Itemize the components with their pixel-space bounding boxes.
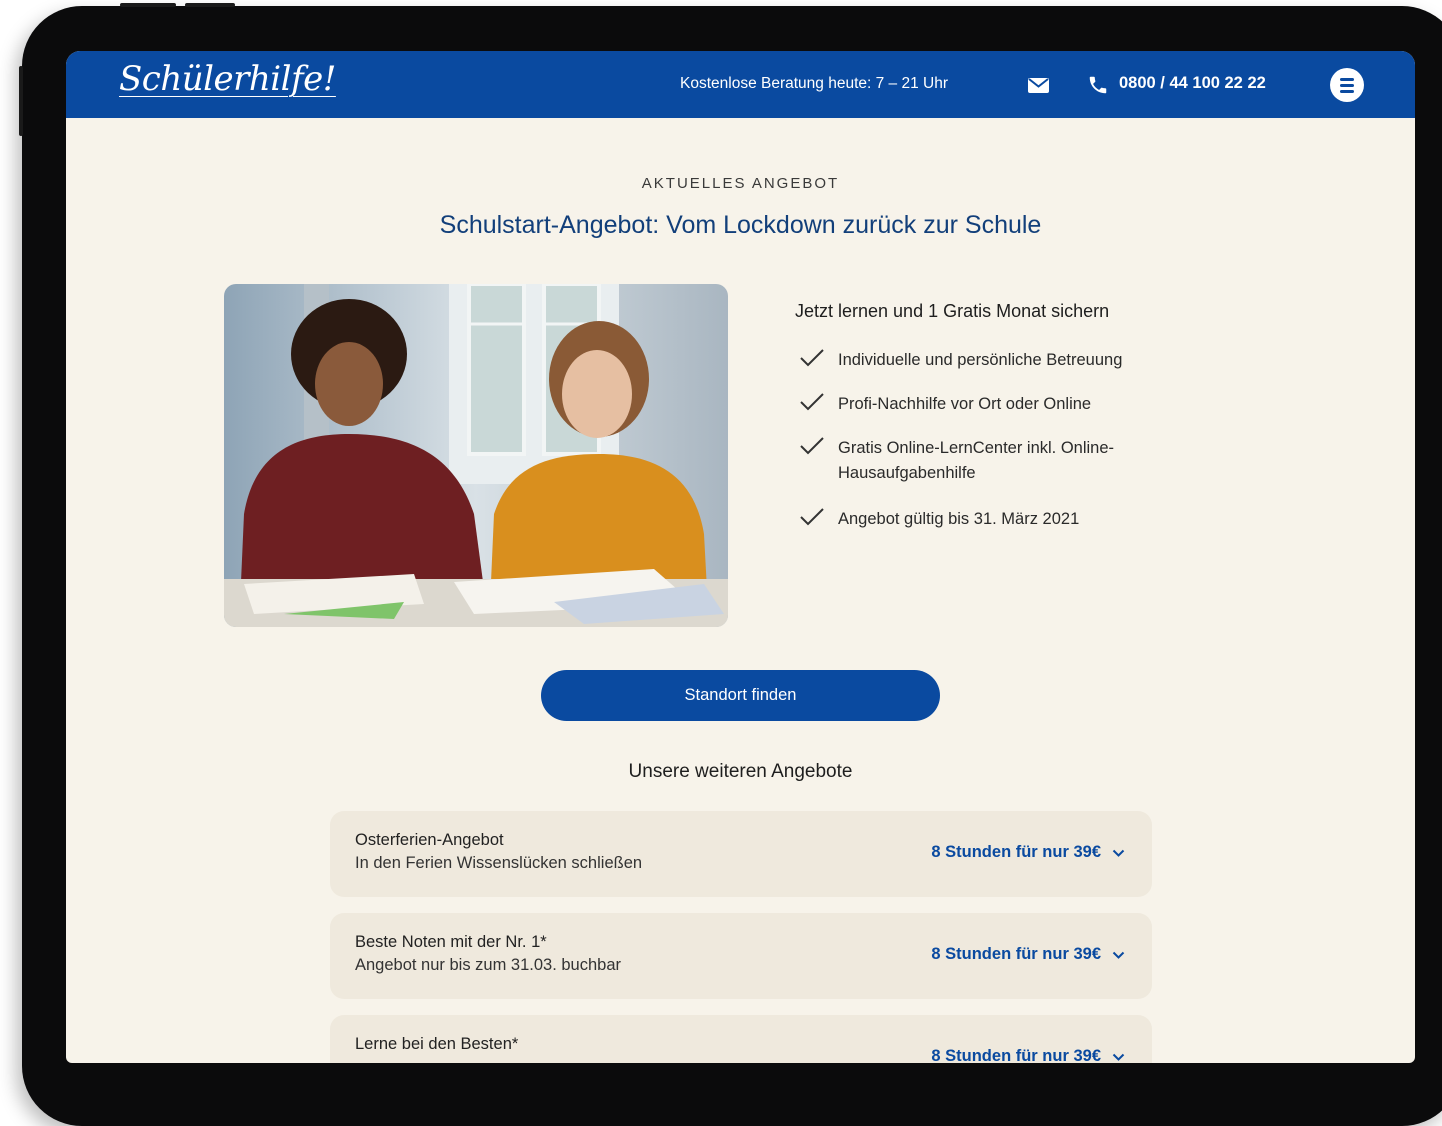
offer-price[interactable]: 8 Stunden für nur 39€ xyxy=(931,843,1101,862)
tablet-side-button xyxy=(19,66,23,136)
offer-subtitle: Angebot nur bis zum 31.03. buchbar xyxy=(355,956,622,974)
page-title: Schulstart-Angebot: Vom Lockdown zurück … xyxy=(439,211,1042,239)
site-logo[interactable]: Schülerhilfe! xyxy=(119,59,336,99)
offer-name: Beste Noten mit der Nr. 1* xyxy=(355,933,547,951)
offer-price[interactable]: 8 Stunden für nur 39€ xyxy=(931,1047,1101,1063)
screen: Schülerhilfe! Kostenlose Beratung heute:… xyxy=(66,51,1415,1063)
checkmark-icon xyxy=(800,393,824,411)
tablet-top-button xyxy=(120,3,176,7)
consultation-hours: Kostenlose Beratung heute: 7 – 21 Uhr xyxy=(680,75,948,92)
checkmark-icon xyxy=(800,437,824,455)
section-eyebrow: AKTUELLES ANGEBOT xyxy=(641,175,840,192)
benefits-title: Jetzt lernen und 1 Gratis Monat sichern xyxy=(795,301,1110,321)
offer-card-lerne-bei-den-besten[interactable]: Lerne bei den Besten* 8 Stunden für nur … xyxy=(330,1015,1152,1063)
tablet-top-button xyxy=(185,3,235,7)
more-offers-title: Unsere weiteren Angebote xyxy=(628,761,853,782)
offer-card-osterferien[interactable]: Osterferien-Angebot In den Ferien Wissen… xyxy=(330,811,1152,897)
envelope-icon[interactable] xyxy=(1028,78,1049,93)
benefit-text: Profi-Nachhilfe vor Ort oder Online xyxy=(838,395,1092,413)
chevron-down-icon[interactable] xyxy=(1112,848,1125,858)
students-photo xyxy=(224,284,728,627)
hamburger-menu-icon[interactable] xyxy=(1330,68,1364,102)
benefit-text: Individuelle und persönliche Betreuung xyxy=(838,351,1123,369)
benefit-text: Gratis Online-LernCenter inkl. Online-Ha… xyxy=(838,439,1115,482)
offer-name: Lerne bei den Besten* xyxy=(355,1035,519,1053)
offer-price[interactable]: 8 Stunden für nur 39€ xyxy=(931,945,1101,964)
offer-subtitle: In den Ferien Wissenslücken schließen xyxy=(355,854,643,872)
checkmark-icon xyxy=(800,349,824,367)
find-location-button[interactable]: Standort finden xyxy=(541,670,940,721)
phone-icon[interactable] xyxy=(1087,74,1109,96)
chevron-down-icon[interactable] xyxy=(1112,1052,1125,1062)
checkmark-icon xyxy=(800,508,824,526)
phone-number-link[interactable]: 0800 / 44 100 22 22 xyxy=(1119,74,1266,93)
chevron-down-icon[interactable] xyxy=(1112,950,1125,960)
offer-name: Osterferien-Angebot xyxy=(355,831,504,849)
site-header: Schülerhilfe! Kostenlose Beratung heute:… xyxy=(66,51,1415,118)
benefit-text: Angebot gültig bis 31. März 2021 xyxy=(838,510,1080,528)
offer-card-beste-noten[interactable]: Beste Noten mit der Nr. 1* Angebot nur b… xyxy=(330,913,1152,999)
